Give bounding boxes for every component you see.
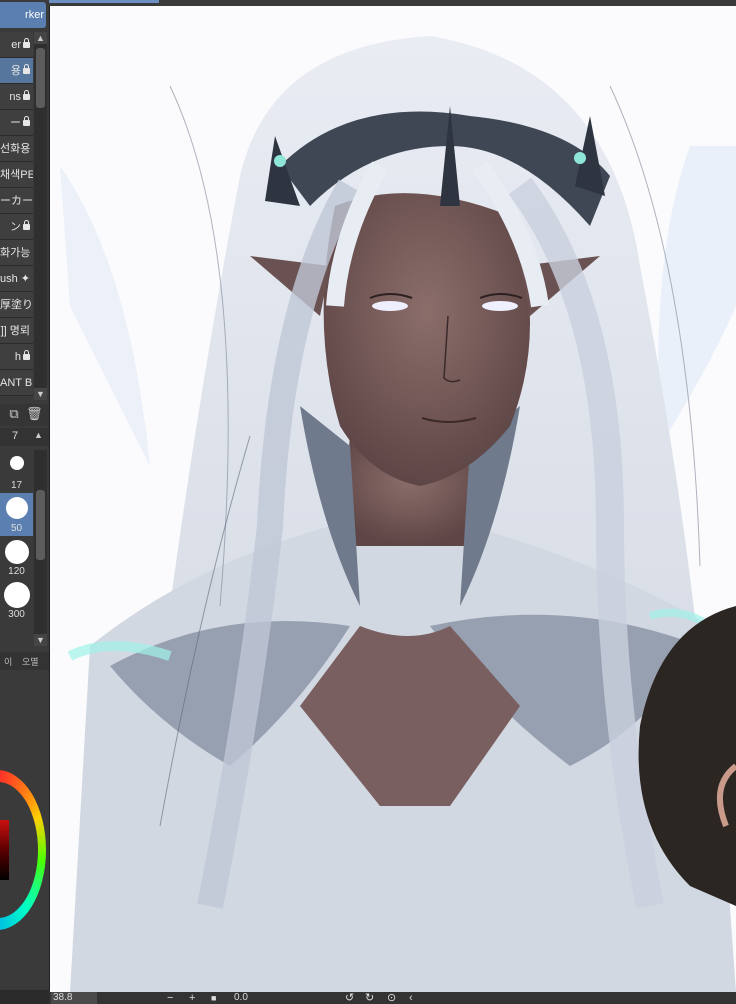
brush-size-label: 50	[10, 523, 23, 534]
lock-icon	[23, 116, 30, 126]
rotate-left-icon[interactable]: ↺	[345, 992, 354, 1004]
chevron-left-icon[interactable]: ‹	[409, 992, 413, 1004]
brush-item[interactable]: ーカー	[0, 188, 33, 214]
brush-item-label: ]] 명뢰	[0, 325, 30, 337]
brush-size-label: 17	[10, 480, 23, 491]
panel-tabs: 이 오멸	[0, 652, 49, 670]
color-saturation-square[interactable]	[0, 820, 9, 880]
brush-item[interactable]: 용	[0, 58, 33, 84]
brush-item-label: er	[11, 39, 21, 51]
rotation-field[interactable]: 0.0	[234, 992, 248, 1004]
zoom-field[interactable]: 38.8	[51, 992, 97, 1004]
brush-panel: rker er 용 ns ー 선화용 채색PE ーカー ン 화가능 ush ✦ …	[0, 0, 50, 990]
brush-item[interactable]: 화가능	[0, 240, 33, 266]
brush-item-label: h	[14, 351, 21, 363]
brush-dot-icon	[9, 456, 24, 470]
brush-item[interactable]: ANT B	[0, 370, 33, 396]
brush-dot-icon	[5, 497, 28, 519]
brush-item[interactable]: h	[0, 344, 33, 370]
brush-item-label: ush ✦	[0, 273, 31, 285]
brush-size-list: 17 50 120 300	[0, 450, 33, 622]
brush-item-label: 厚塗り	[0, 299, 33, 311]
brush-item-label: ns	[9, 91, 21, 103]
brush-size-item[interactable]: 17	[0, 450, 33, 493]
brush-item-label: ーカー	[0, 195, 33, 207]
scroll-down-icon[interactable]: ▼	[34, 388, 47, 400]
reset-rotation-icon[interactable]: ⊙	[387, 992, 396, 1004]
brush-item[interactable]: ン	[0, 214, 33, 240]
fit-icon[interactable]: ■	[211, 992, 216, 1004]
brush-dot-icon	[4, 540, 29, 564]
brush-list-scrollbar[interactable]: ▲ ▼	[34, 32, 47, 400]
artwork	[60, 36, 736, 992]
lock-icon	[23, 220, 30, 230]
brush-item-label: ン	[10, 221, 21, 233]
brush-item[interactable]: 채색PE	[0, 162, 33, 188]
brush-tab-active[interactable]: rker	[0, 2, 46, 28]
brush-size-scrollbar[interactable]: ▼	[34, 450, 47, 646]
brush-item[interactable]: ]] 명뢰	[0, 318, 33, 344]
brush-size-label: 120	[8, 566, 25, 577]
lock-icon	[23, 38, 30, 48]
lock-icon	[23, 64, 30, 74]
brush-item[interactable]: 선화용	[0, 136, 33, 162]
brush-size-label: 300	[8, 609, 25, 620]
brush-item[interactable]: ush ✦	[0, 266, 33, 292]
brush-dot-icon	[3, 582, 30, 608]
panel-tab[interactable]: 오멸	[22, 655, 39, 668]
brush-item[interactable]: er	[0, 32, 33, 58]
brush-item[interactable]: ns	[0, 84, 33, 110]
canvas-tab[interactable]	[49, 0, 159, 3]
brush-size-header: 7 ▲	[0, 428, 49, 446]
lock-icon	[23, 350, 30, 360]
brush-size-current: 7	[12, 430, 19, 442]
brush-item-label: ー	[10, 117, 21, 129]
brush-item-label: 채색PE	[0, 169, 33, 181]
drawing-canvas[interactable]	[50, 6, 736, 992]
duplicate-icon[interactable]: ⧉	[6, 406, 22, 422]
rotate-right-icon[interactable]: ↻	[365, 992, 374, 1004]
brush-item[interactable]: ー	[0, 110, 33, 136]
scroll-up-icon[interactable]: ▲	[34, 430, 43, 440]
scroll-thumb[interactable]	[36, 48, 45, 108]
brush-item-label: ANT B	[0, 377, 33, 389]
brush-size-item[interactable]: 300	[0, 579, 33, 622]
brush-item[interactable]: 厚塗り	[0, 292, 33, 318]
scroll-up-icon[interactable]: ▲	[34, 32, 47, 44]
brush-toolbar: ⧉ 🗑	[0, 404, 49, 426]
scroll-down-icon[interactable]: ▼	[34, 634, 47, 646]
brush-size-item[interactable]: 50	[0, 493, 33, 536]
zoom-in-icon[interactable]: +	[189, 992, 195, 1004]
brush-item-label: 선화용	[0, 143, 31, 155]
brush-item-label: 용	[10, 65, 21, 77]
brush-size-item[interactable]: 120	[0, 536, 33, 579]
status-bar: 38.8 − + ■ 0.0 ↺ ↻ ⊙ ‹	[49, 992, 736, 1004]
scroll-thumb[interactable]	[36, 490, 45, 560]
brush-list: er 용 ns ー 선화용 채색PE ーカー ン 화가능 ush ✦ 厚塗り ]…	[0, 32, 33, 396]
panel-tab[interactable]: 이	[4, 655, 12, 668]
zoom-out-icon[interactable]: −	[167, 992, 173, 1004]
lock-icon	[23, 90, 30, 100]
trash-icon[interactable]: 🗑	[26, 406, 43, 422]
brush-item-label: 화가능	[0, 247, 31, 259]
